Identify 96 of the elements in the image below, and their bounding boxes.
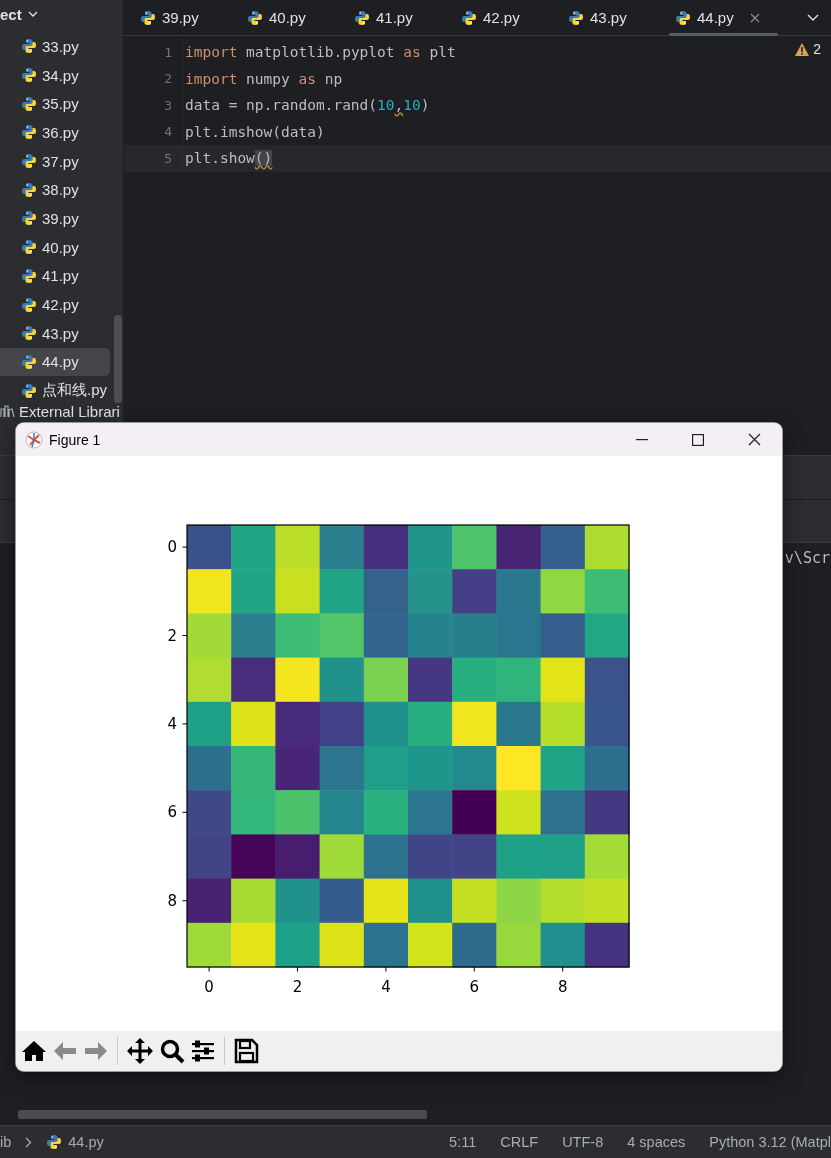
- python-icon: [568, 9, 584, 26]
- code-line: import numpy as np: [185, 70, 343, 87]
- tick-mark: [562, 966, 564, 972]
- save-icon[interactable]: [233, 1038, 259, 1064]
- tick-label: 4: [167, 714, 177, 733]
- file-item[interactable]: 44.py: [0, 347, 110, 377]
- tick-label: 8: [557, 978, 568, 996]
- file-item[interactable]: 41.py: [0, 261, 110, 291]
- tick-mark: [182, 546, 188, 548]
- scrollbar[interactable]: [114, 315, 122, 403]
- status-item[interactable]: Python 3.12 (Matpl: [709, 1134, 831, 1150]
- chevron-down-icon[interactable]: [807, 14, 819, 21]
- file-item[interactable]: 35.py: [0, 89, 110, 119]
- editor-tab[interactable]: 41.py: [346, 0, 453, 35]
- tick-mark: [182, 811, 188, 813]
- line-number: 4: [163, 124, 173, 140]
- code-line: data = np.random.rand(10,10): [185, 97, 430, 114]
- python-icon: [46, 1134, 63, 1150]
- python-icon: [21, 210, 37, 227]
- tick-label: 6: [167, 803, 177, 822]
- python-icon: [21, 325, 37, 342]
- tick-mark: [385, 966, 387, 972]
- python-icon: [21, 267, 37, 284]
- code-line: plt.show(): [185, 150, 273, 167]
- warning-icon[interactable]: [795, 42, 810, 56]
- tick-label: 2: [167, 626, 177, 645]
- chevron-right-icon: [25, 1136, 33, 1148]
- python-icon: [247, 9, 263, 26]
- editor-tab[interactable]: 42.py: [453, 0, 560, 35]
- python-icon: [21, 67, 37, 84]
- horizontal-scrollbar[interactable]: [18, 1110, 427, 1119]
- status-item[interactable]: 4 spaces: [627, 1134, 686, 1150]
- tick-mark: [473, 966, 475, 972]
- file-item[interactable]: 39.py: [0, 204, 110, 233]
- breadcrumb[interactable]: ib: [0, 1134, 12, 1150]
- code-line: plt.imshow(data): [185, 123, 325, 140]
- editor-tab[interactable]: 39.py: [132, 0, 239, 35]
- editor-tab[interactable]: 40.py: [239, 0, 346, 35]
- tree-item[interactable]: External Librari: [19, 402, 120, 420]
- code-line: import matplotlib.pyplot as plt: [185, 44, 456, 61]
- file-item[interactable]: 点和线.py: [0, 376, 110, 405]
- python-icon: [461, 9, 477, 26]
- file-item[interactable]: 42.py: [0, 290, 110, 319]
- line-number: 2: [163, 71, 173, 87]
- window-title: Figure 1: [49, 431, 101, 448]
- python-icon: [21, 124, 37, 141]
- figure-logo-icon: [25, 430, 43, 449]
- breadcrumb[interactable]: 44.py: [68, 1134, 104, 1150]
- sliders-icon[interactable]: [190, 1038, 216, 1064]
- library-icon: [0, 404, 15, 419]
- minimize-icon[interactable]: [636, 438, 648, 441]
- python-icon: [21, 181, 37, 198]
- status-item[interactable]: UTF-8: [562, 1134, 604, 1150]
- project-label[interactable]: ect: [0, 5, 22, 23]
- move-icon[interactable]: [126, 1037, 154, 1065]
- line-number: 3: [163, 97, 173, 113]
- chevron-down-icon[interactable]: [27, 11, 38, 17]
- python-icon: [140, 9, 156, 26]
- search-icon[interactable]: [159, 1038, 185, 1064]
- python-icon: [21, 382, 37, 399]
- file-item[interactable]: 43.py: [0, 318, 110, 348]
- close-icon[interactable]: [747, 433, 761, 446]
- tick-label: 4: [381, 978, 391, 996]
- home-icon[interactable]: [21, 1038, 47, 1064]
- status-item[interactable]: CRLF: [500, 1134, 539, 1150]
- file-item[interactable]: 34.py: [0, 60, 110, 90]
- maximize-icon[interactable]: [692, 433, 704, 446]
- tick-label: 6: [469, 978, 480, 996]
- tick-label: 2: [292, 978, 303, 996]
- file-item[interactable]: 37.py: [0, 146, 110, 176]
- python-icon: [675, 9, 691, 26]
- tick-label: 0: [167, 538, 177, 557]
- console-text: v\Scr: [784, 549, 830, 567]
- line-number: 5: [163, 150, 173, 166]
- tick-label: 8: [167, 891, 177, 910]
- file-item[interactable]: 40.py: [0, 232, 110, 262]
- tick-mark: [208, 966, 210, 972]
- file-item[interactable]: 36.py: [0, 118, 110, 147]
- python-icon: [354, 9, 370, 26]
- tick-mark: [297, 966, 298, 972]
- file-item[interactable]: 33.py: [0, 32, 110, 61]
- python-icon: [21, 38, 37, 55]
- tick-label: 0: [204, 978, 214, 996]
- python-icon: [21, 153, 37, 170]
- status-item[interactable]: 5:11: [449, 1134, 477, 1150]
- editor-tab[interactable]: 43.py: [560, 0, 667, 35]
- tick-mark: [182, 723, 188, 725]
- python-icon: [21, 95, 37, 112]
- file-item[interactable]: 38.py: [0, 175, 110, 205]
- tick-mark: [182, 635, 188, 636]
- python-icon: [21, 353, 37, 370]
- warning-count[interactable]: 2: [813, 41, 821, 57]
- python-icon: [21, 296, 37, 313]
- tick-mark: [182, 900, 188, 902]
- python-icon: [21, 239, 37, 256]
- line-number: 1: [163, 44, 173, 60]
